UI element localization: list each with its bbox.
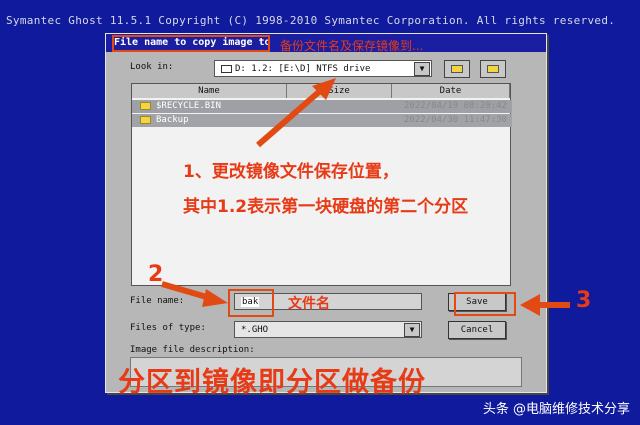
title-annotation: 备份文件名及保存镜像到... bbox=[280, 39, 424, 53]
step3-number: 3 bbox=[576, 288, 592, 313]
watermark: 头条 @电脑维修技术分享 bbox=[482, 402, 630, 417]
arrow-to-lookin bbox=[256, 78, 336, 148]
arrow-to-filename bbox=[161, 281, 228, 307]
step2-number: 2 bbox=[148, 262, 164, 287]
filename-annotation: 文件名 bbox=[288, 296, 330, 312]
step1-annotation-line1: 1、更改镜像文件保存位置， bbox=[183, 162, 399, 182]
step1-annotation-line2: 其中1.2表示第一块硬盘的第二个分区 bbox=[183, 197, 469, 217]
bottom-caption: 分区到镜像即分区做备份 bbox=[118, 367, 426, 398]
arrow-to-save bbox=[520, 294, 570, 316]
